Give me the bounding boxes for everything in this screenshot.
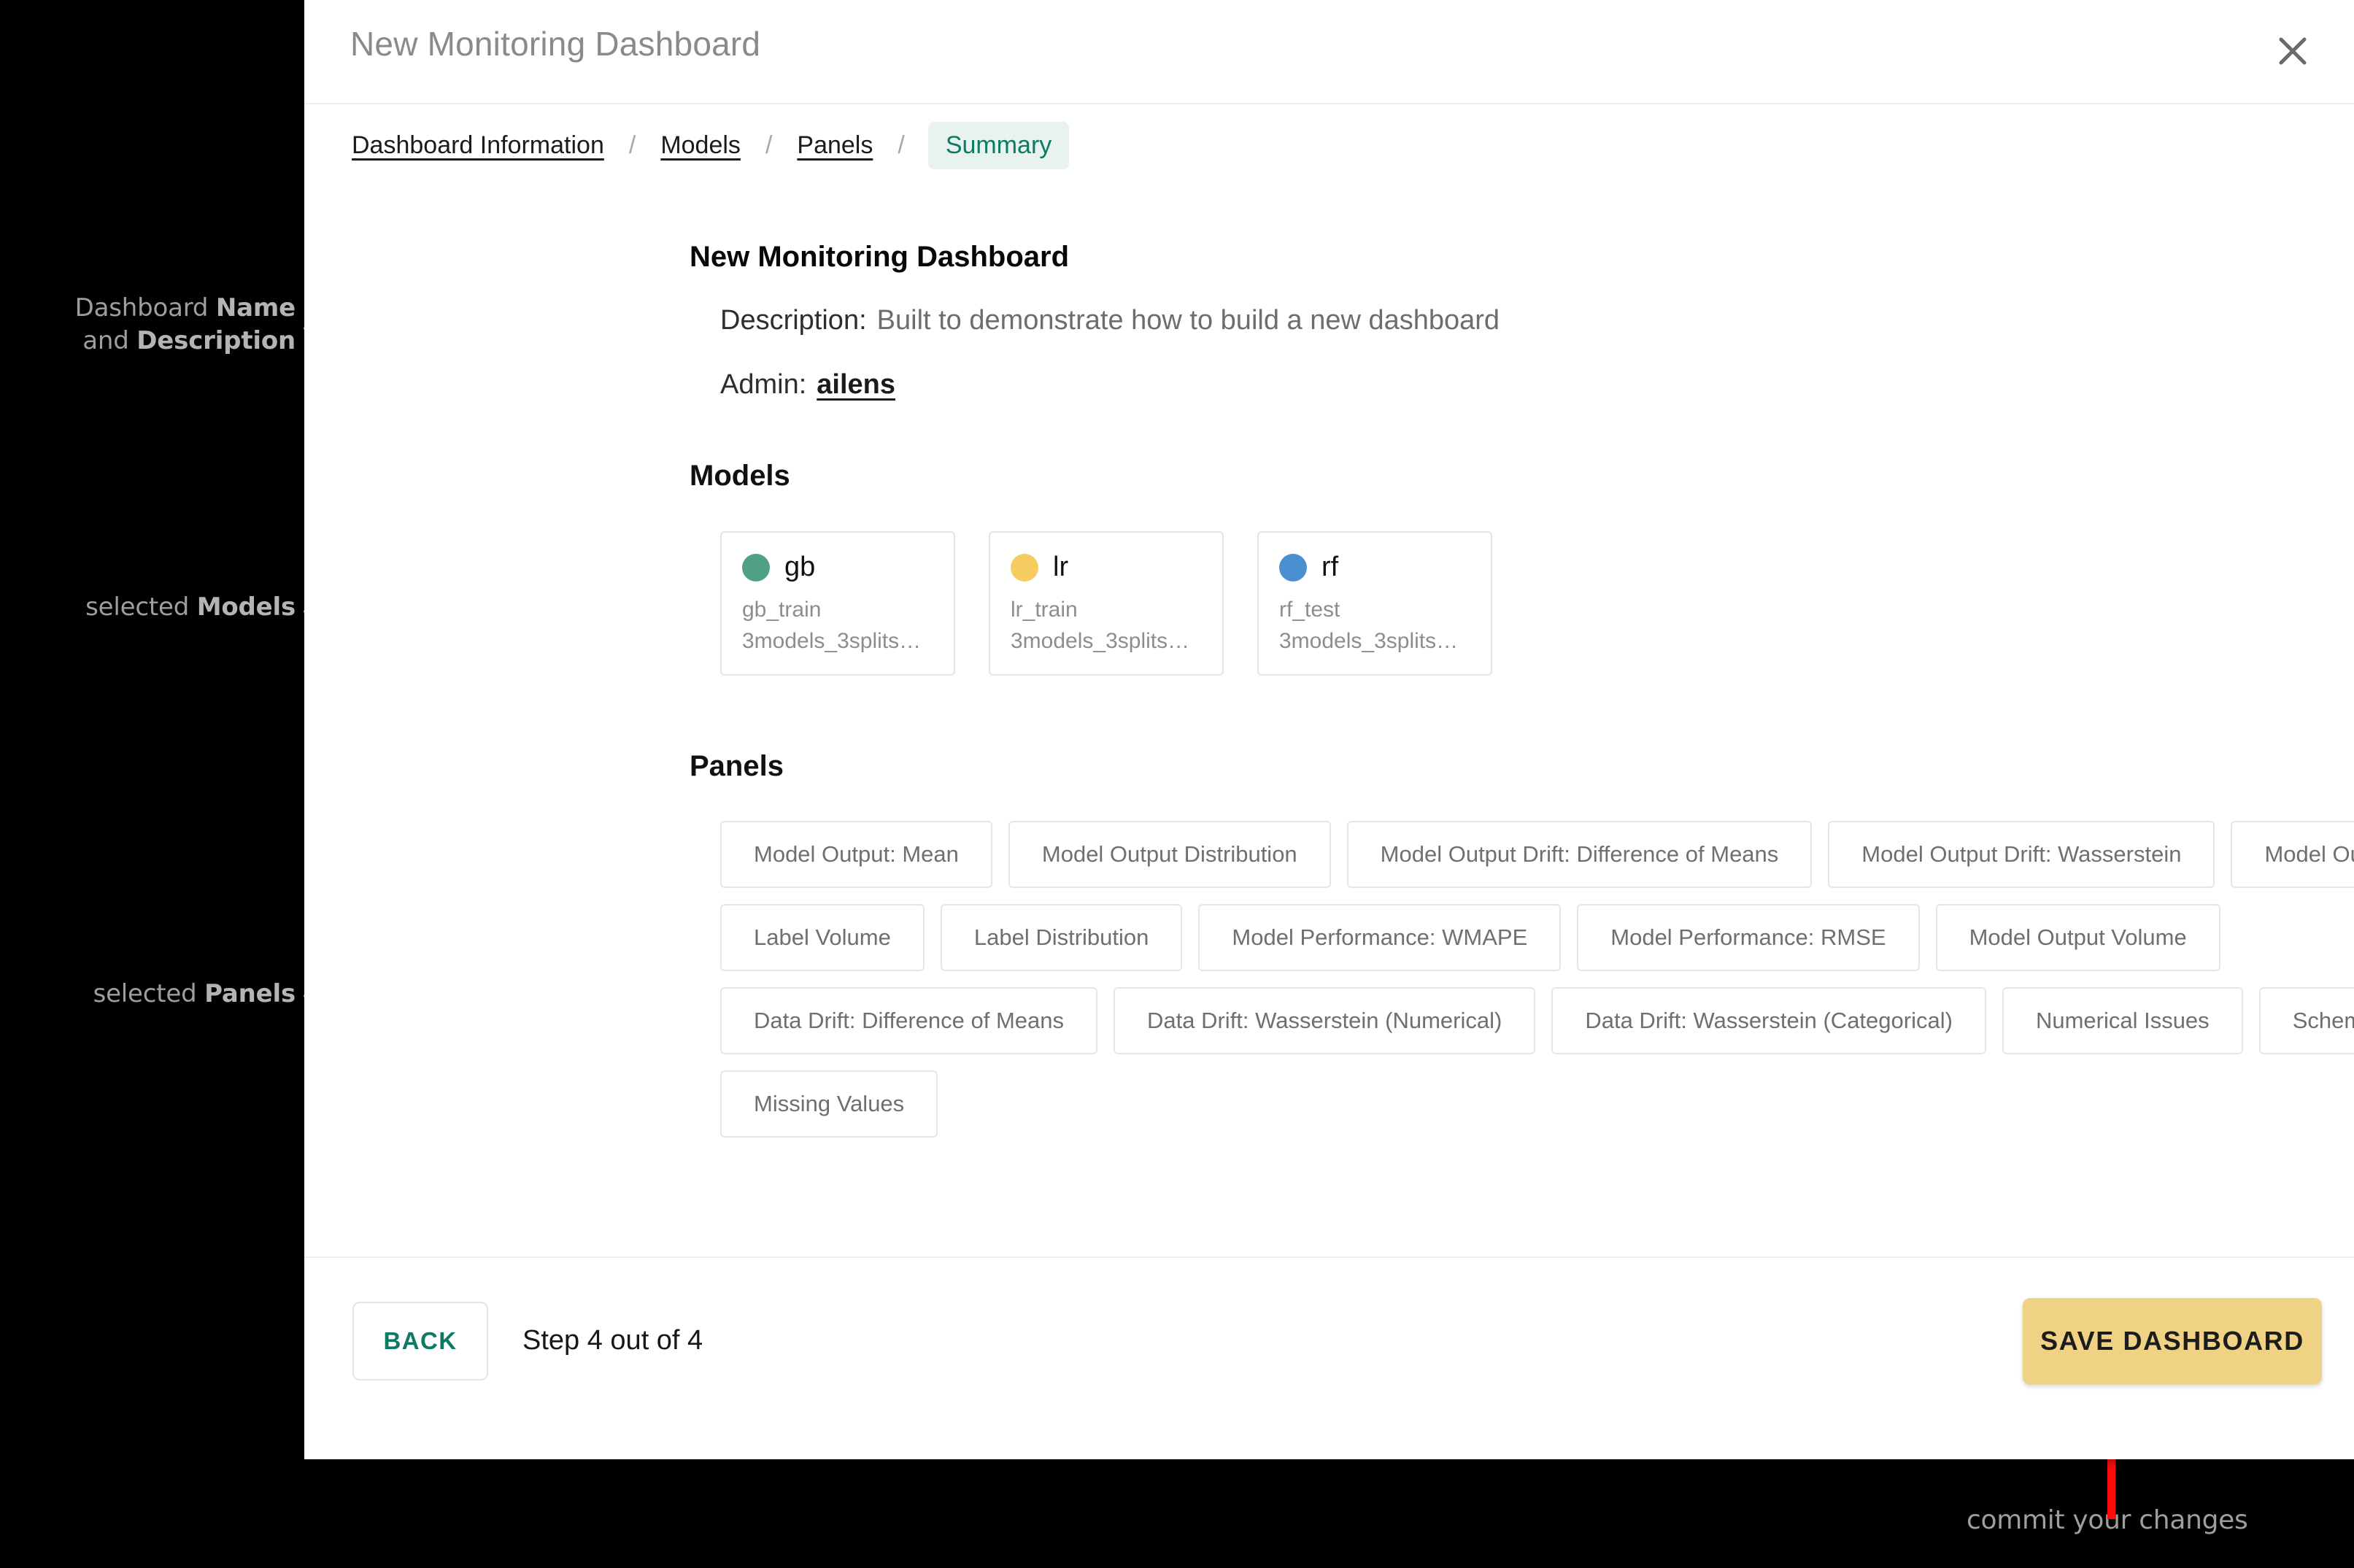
panel-chip[interactable]: Model Output Volume xyxy=(2231,821,2354,888)
model-name: rf xyxy=(1321,552,1339,582)
panel-chip[interactable]: Numerical Issues xyxy=(2002,987,2243,1054)
panel-chip[interactable]: Model Output Drift: Wasserstein xyxy=(1828,821,2215,888)
step-dashboard-information[interactable]: Dashboard Information xyxy=(350,131,606,160)
panel-chip[interactable]: Model Performance: RMSE xyxy=(1577,904,1920,971)
panels-list: Model Output: Mean Model Output Distribu… xyxy=(720,821,2354,1138)
model-color-dot xyxy=(1279,553,1307,582)
admin-value-link[interactable]: ailens xyxy=(817,369,895,400)
model-dataset: lr_train xyxy=(1011,598,1078,622)
panel-chip[interactable]: Model Output: Mean xyxy=(720,821,992,888)
step-models[interactable]: Models xyxy=(659,131,742,160)
model-card[interactable]: rf rf_test 3models_3splits… xyxy=(1257,531,1492,676)
model-project: 3models_3splits… xyxy=(742,628,922,653)
dialog-header: New Monitoring Dashboard xyxy=(304,0,2354,104)
summary-admin-row: Admin: ailens xyxy=(720,369,895,401)
model-color-dot xyxy=(1011,553,1038,582)
model-card[interactable]: gb gb_train 3models_3splits… xyxy=(720,531,955,676)
step-separator: / xyxy=(765,131,773,159)
model-project: 3models_3splits… xyxy=(1279,628,1459,653)
panel-chip[interactable]: Label Distribution xyxy=(940,904,1183,971)
step-counter: Step 4 out of 4 xyxy=(522,1325,703,1356)
panel-chip[interactable]: Schema Mismatch xyxy=(2258,987,2354,1054)
panel-chip[interactable]: Model Output Drift: Difference of Means xyxy=(1346,821,1813,888)
model-card[interactable]: lr lr_train 3models_3splits… xyxy=(989,531,1224,676)
dialog-footer: BACK Step 4 out of 4 SAVE DASHBOARD xyxy=(304,1256,2354,1459)
panel-chip[interactable]: Model Output Volume xyxy=(1935,904,2220,971)
wizard-steps: Dashboard Information / Models / Panels … xyxy=(350,122,1070,169)
description-value: Built to demonstrate how to build a new … xyxy=(876,305,1500,336)
model-name: lr xyxy=(1053,552,1069,582)
step-summary[interactable]: Summary xyxy=(927,122,1070,169)
panel-chip[interactable]: Data Drift: Difference of Means xyxy=(720,987,1097,1054)
model-name: gb xyxy=(784,552,816,582)
step-separator: / xyxy=(898,131,905,159)
description-label: Description: xyxy=(720,305,867,336)
model-color-dot xyxy=(742,553,770,582)
model-card-header: gb xyxy=(742,552,933,583)
panel-chip[interactable]: Model Performance: WMAPE xyxy=(1198,904,1562,971)
save-dashboard-button[interactable]: SAVE DASHBOARD xyxy=(2023,1298,2322,1384)
panels-heading: Panels xyxy=(690,750,784,782)
panel-chip[interactable]: Data Drift: Wasserstein (Numerical) xyxy=(1114,987,1536,1054)
annotation-selected-panels: selected Panels xyxy=(93,979,296,1008)
models-list: gb gb_train 3models_3splits… lr lr_train… xyxy=(720,531,1492,676)
summary-description-row: Description: Built to demonstrate how to … xyxy=(720,305,1500,336)
model-card-header: rf xyxy=(1279,552,1470,583)
annotation-name-description: Dashboard Name and Description xyxy=(74,293,296,355)
step-panels[interactable]: Panels xyxy=(795,131,874,160)
panel-chip[interactable]: Label Volume xyxy=(720,904,925,971)
model-card-header: lr xyxy=(1011,552,1202,583)
model-dataset: gb_train xyxy=(742,598,822,622)
models-heading: Models xyxy=(690,460,790,492)
new-monitoring-dashboard-dialog: New Monitoring Dashboard Dashboard Infor… xyxy=(304,0,2354,1459)
panel-chip[interactable]: Missing Values xyxy=(720,1070,938,1138)
step-separator: / xyxy=(628,131,636,159)
close-icon[interactable] xyxy=(2269,28,2316,74)
model-dataset: rf_test xyxy=(1279,598,1340,622)
model-project: 3models_3splits… xyxy=(1011,628,1190,653)
panel-chip[interactable]: Model Output Distribution xyxy=(1008,821,1331,888)
back-button[interactable]: BACK xyxy=(352,1302,488,1380)
panel-chip[interactable]: Data Drift: Wasserstein (Categorical) xyxy=(1551,987,1986,1054)
admin-label: Admin: xyxy=(720,369,807,400)
summary-dashboard-name: New Monitoring Dashboard xyxy=(690,241,1069,273)
annotation-selected-models: selected Models xyxy=(85,592,296,622)
dialog-title: New Monitoring Dashboard xyxy=(350,25,761,63)
